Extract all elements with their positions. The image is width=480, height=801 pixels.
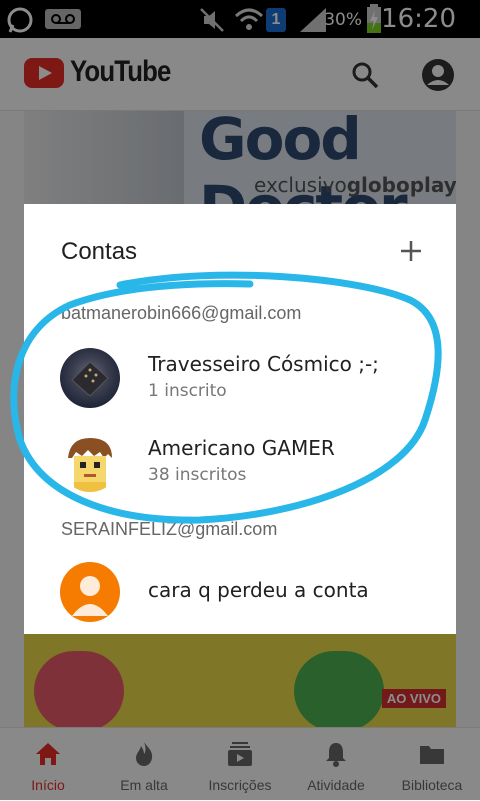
account-name: cara q perdeu a conta: [148, 578, 369, 602]
account-name: Travesseiro Cósmico ;-;: [148, 352, 379, 376]
account-item[interactable]: Travesseiro Cósmico ;-; 1 inscrito: [60, 342, 440, 412]
account-name: Americano GAMER: [148, 436, 335, 460]
subscriber-count: 1 inscrito: [148, 381, 227, 401]
subscriber-count: 38 inscritos: [148, 465, 247, 485]
account-email: SERAINFELIZ@gmail.com: [61, 519, 278, 539]
account-item[interactable]: Americano GAMER 38 inscritos: [60, 426, 440, 496]
dark-pillow-avatar: [60, 348, 120, 408]
account-item[interactable]: cara q perdeu a conta: [60, 556, 440, 626]
accounts-dialog: Contas batmanerobin666@gmail.com Travess…: [24, 204, 456, 634]
account-email: batmanerobin666@gmail.com: [61, 303, 302, 323]
add-account-icon[interactable]: [396, 236, 426, 266]
cartoon-boy-avatar: [60, 432, 120, 492]
default-person-avatar: [60, 562, 120, 622]
dialog-title: Contas: [61, 238, 138, 265]
